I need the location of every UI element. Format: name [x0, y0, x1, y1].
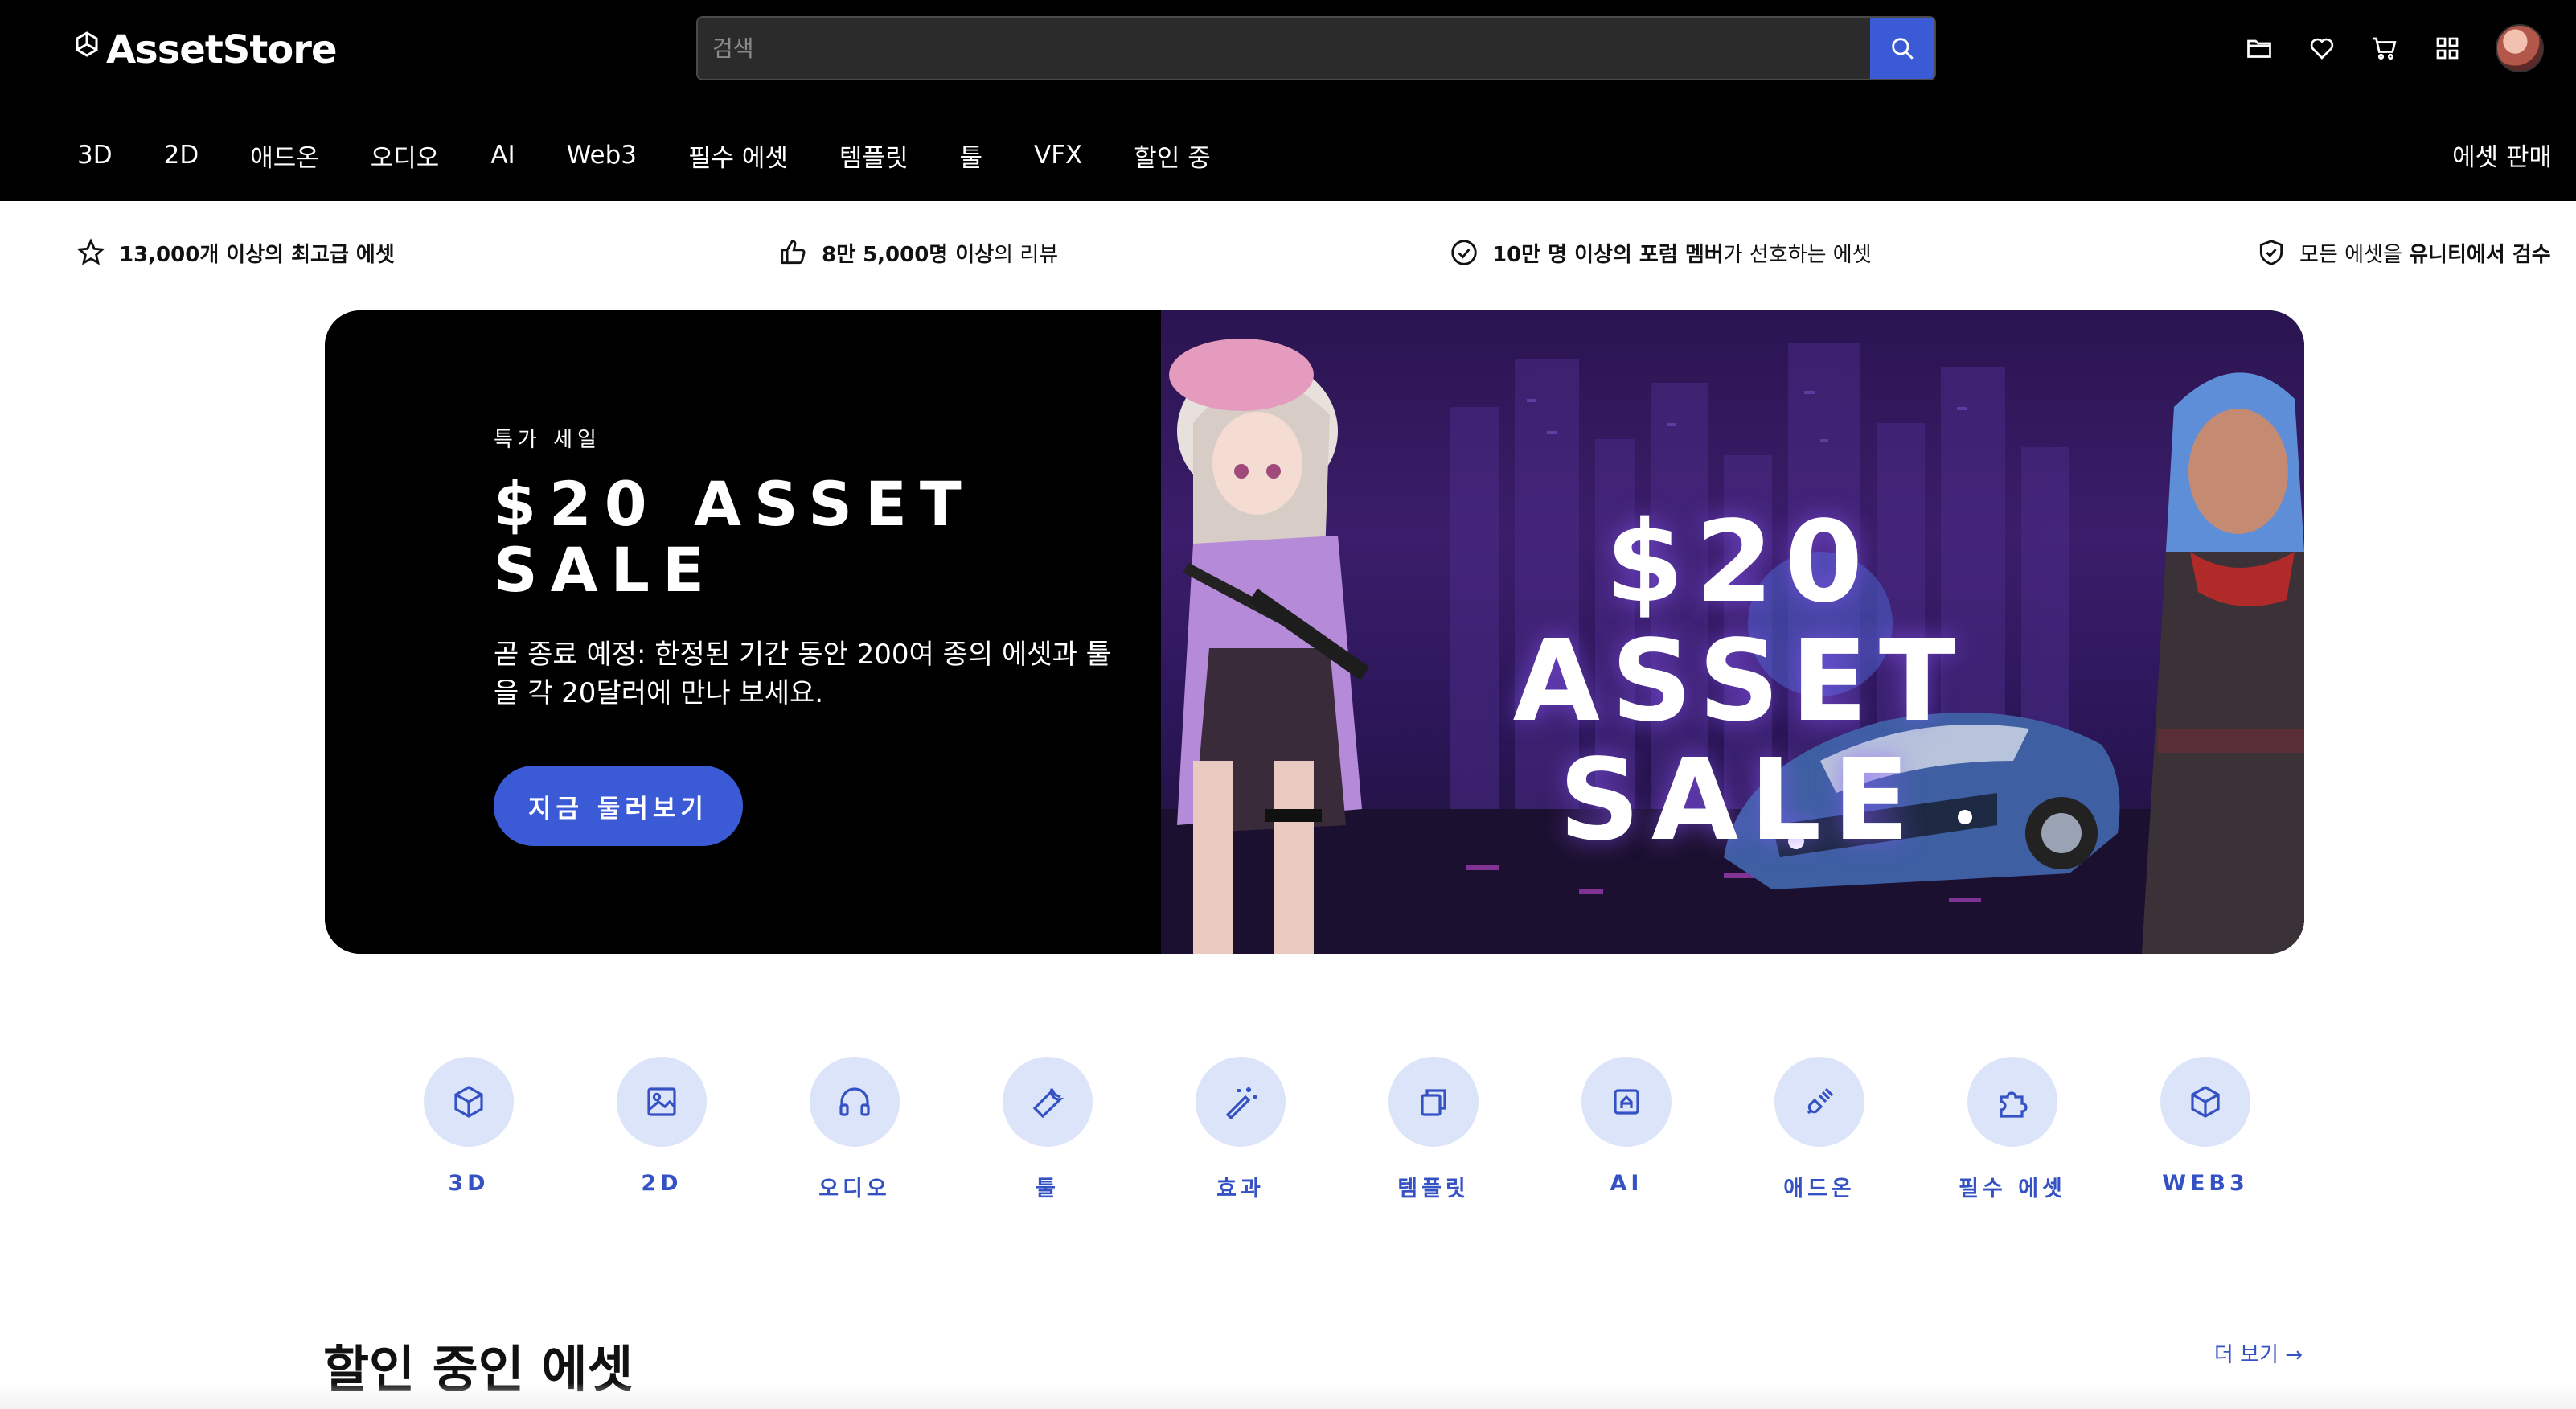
search-bar — [696, 16, 1936, 80]
category-3d[interactable]: 3D — [400, 1057, 537, 1196]
main-nav: 3D 2D 애드온 오디오 AI Web3 필수 에셋 템플릿 툴 VFX 할인… — [77, 135, 1262, 175]
category-label: 2D — [641, 1171, 683, 1196]
nav-item-sale[interactable]: 할인 중 — [1134, 138, 1210, 174]
category-3d-circle — [424, 1057, 514, 1147]
wrench-icon — [1032, 1088, 1064, 1119]
category-essentials-circle — [1967, 1057, 2057, 1147]
category-label: AI — [1610, 1171, 1643, 1196]
see-more-link[interactable]: 더 보기 → — [2214, 1338, 2303, 1368]
trust-reviews-rest: 의 리뷰 — [994, 242, 1059, 267]
category-audio[interactable]: 오디오 — [786, 1057, 923, 1202]
trust-verified-strong: 유니티에서 검수 — [2409, 242, 2551, 267]
category-row: 3D 2D 오디오 툴 효과 템플릿 AI 애드온 필수 에셋 WEB3 — [400, 1057, 2250, 1218]
header-actions — [2245, 23, 2544, 74]
category-addons[interactable]: 애드온 — [1751, 1057, 1888, 1202]
hero-text-panel: 특가 세일 $20 ASSET SALE 곧 종료 예정: 한정된 기간 동안 … — [325, 310, 1161, 954]
category-label: 효과 — [1216, 1177, 1265, 1202]
trust-item-forum: 10만 명 이상의 포럼 멤버가 선호하는 에셋 — [1449, 237, 1872, 268]
headphones-icon — [839, 1087, 870, 1116]
puzzle-icon — [2000, 1091, 2028, 1118]
logo-text: AssetStore — [106, 27, 338, 72]
search-input[interactable] — [698, 18, 1870, 79]
nav-item-vfx[interactable]: VFX — [1034, 141, 1082, 170]
nav-item-audio[interactable]: 오디오 — [371, 138, 440, 174]
wishlist-button[interactable] — [2307, 34, 2336, 63]
grid-icon — [2436, 37, 2459, 60]
category-templates-circle — [1388, 1057, 1479, 1147]
web3-cube-icon — [2191, 1086, 2220, 1118]
cube-icon — [454, 1086, 483, 1118]
nav-item-tools[interactable]: 툴 — [959, 138, 982, 174]
nav-item-templates[interactable]: 템플릿 — [839, 138, 909, 174]
shield-check-icon — [2259, 240, 2283, 265]
category-effects-circle — [1196, 1057, 1286, 1147]
explore-now-button[interactable]: 지금 둘러보기 — [494, 766, 743, 846]
category-addons-circle — [1774, 1057, 1864, 1147]
bottom-fade — [0, 1383, 2576, 1409]
hero-eyebrow: 특가 세일 — [494, 428, 601, 452]
star-icon — [76, 238, 105, 265]
hero-banner: 특가 세일 $20 ASSET SALE 곧 종료 예정: 한정된 기간 동안 … — [325, 310, 2304, 954]
category-essentials[interactable]: 필수 에셋 — [1944, 1057, 2081, 1202]
user-avatar[interactable] — [2496, 24, 2544, 72]
trust-forum-rest: 가 선호하는 에셋 — [1723, 242, 1872, 267]
trust-verified-pre: 모든 에셋을 — [2299, 242, 2410, 267]
category-templates[interactable]: 템플릿 — [1365, 1057, 1502, 1202]
trust-assets-text: 13,000개 이상의 최고급 에셋 — [119, 242, 395, 267]
ai-chip-icon — [1614, 1089, 1639, 1115]
category-ai-circle — [1581, 1057, 1672, 1147]
nav-item-web3[interactable]: Web3 — [567, 141, 637, 170]
heart-icon — [2310, 38, 2334, 60]
category-ai[interactable]: AI — [1558, 1057, 1695, 1196]
template-icon — [1421, 1089, 1446, 1116]
category-label: 템플릿 — [1397, 1177, 1470, 1202]
trust-item-verified: 모든 에셋을 유니티에서 검수 — [2256, 237, 2551, 268]
folder-icon — [2247, 39, 2271, 58]
magic-wand-icon — [1225, 1087, 1257, 1120]
category-web3-circle — [2160, 1057, 2250, 1147]
thumbs-up-icon — [781, 240, 806, 265]
category-web3[interactable]: WEB3 — [2137, 1057, 2274, 1196]
hero-artwork[interactable]: $20 ASSET SALE — [1161, 310, 2304, 954]
folder-button[interactable] — [2245, 34, 2274, 63]
asset-store-logo[interactable]: AssetStore — [74, 27, 338, 72]
category-tools-circle — [1003, 1057, 1093, 1147]
category-label: 툴 — [1036, 1177, 1060, 1202]
apps-button[interactable] — [2433, 34, 2462, 63]
trust-reviews-strong: 8만 5,000명 이상 — [822, 242, 995, 267]
plug-icon — [1807, 1087, 1834, 1115]
category-label: 애드온 — [1783, 1177, 1856, 1202]
nav-item-essentials[interactable]: 필수 에셋 — [688, 138, 788, 174]
search-icon — [1892, 38, 1914, 60]
cart-button[interactable] — [2370, 34, 2399, 63]
nav-item-addon[interactable]: 애드온 — [250, 138, 319, 174]
trust-item-reviews: 8만 5,000명 이상의 리뷰 — [778, 237, 1058, 268]
nav-item-2d[interactable]: 2D — [164, 141, 199, 170]
unity-logo-icon — [76, 31, 98, 57]
trust-bar: 13,000개 이상의 최고급 에셋 8만 5,000명 이상의 리뷰 10만 … — [0, 201, 2576, 306]
category-tools[interactable]: 툴 — [979, 1057, 1116, 1202]
category-label: WEB3 — [2162, 1171, 2249, 1196]
blue-hair-character — [2142, 372, 2304, 954]
trust-forum-strong: 10만 명 이상의 포럼 멤버 — [1492, 242, 1724, 267]
category-2d-circle — [617, 1057, 707, 1147]
category-label: 필수 에셋 — [1959, 1177, 2066, 1202]
top-header: AssetStore 검색 3D 2D 애드온 오디오 AI Web3 필수 에… — [0, 0, 2576, 201]
hero-description: 곧 종료 예정: 한정된 기간 동안 200여 종의 에셋과 툴을 각 20달러… — [494, 639, 1111, 709]
category-audio-circle — [810, 1057, 900, 1147]
check-circle-icon — [1451, 240, 1477, 265]
category-label: 3D — [448, 1171, 490, 1196]
trust-item-assets: 13,000개 이상의 최고급 에셋 — [76, 237, 395, 268]
category-label: 오디오 — [818, 1177, 891, 1202]
image-icon — [647, 1087, 676, 1116]
search-button[interactable] — [1870, 18, 1934, 79]
nav-item-3d[interactable]: 3D — [77, 141, 113, 170]
nav-item-ai[interactable]: AI — [490, 141, 515, 170]
hero-title: $20 ASSET SALE — [494, 468, 974, 606]
category-2d[interactable]: 2D — [593, 1057, 730, 1196]
category-effects[interactable]: 효과 — [1172, 1057, 1309, 1202]
cart-icon — [2373, 37, 2397, 60]
sell-assets-link[interactable]: 에셋 판매 — [2452, 137, 2552, 173]
hero-art-title: $20 ASSET SALE — [1512, 497, 1967, 866]
